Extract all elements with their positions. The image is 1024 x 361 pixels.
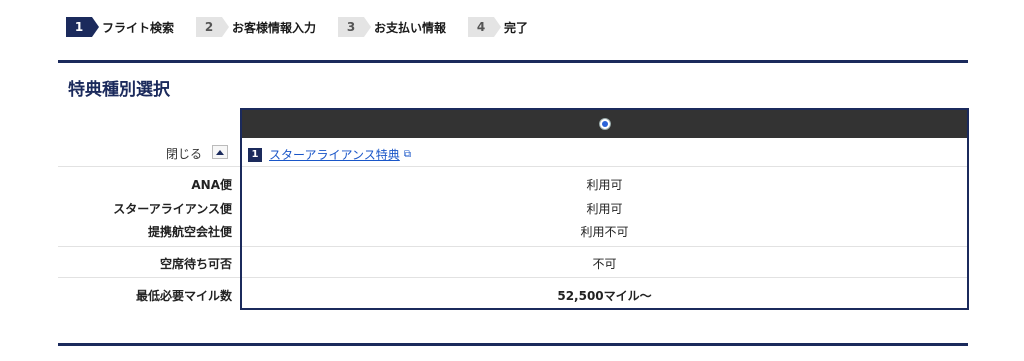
value-waitlist: 不可: [592, 257, 617, 271]
step-customer-info: 2 お客様情報入力: [196, 17, 316, 37]
value-star-alliance: 利用可: [586, 202, 623, 216]
step-number: 3: [338, 17, 372, 37]
close-toggle-label[interactable]: 閉じる: [166, 145, 202, 162]
step-number: 1: [66, 17, 99, 37]
plan-select-header[interactable]: [242, 110, 967, 138]
value-min-miles: 52,500マイル〜: [557, 289, 652, 303]
plan-name-link[interactable]: スターアライアンス特典: [269, 146, 400, 163]
step-number: 4: [468, 17, 502, 37]
step-payment-info: 3 お支払い情報: [338, 17, 446, 37]
row-label-ana: ANA便: [191, 178, 232, 192]
step-complete: 4 完了: [468, 17, 528, 37]
section-top-rule: [58, 60, 968, 63]
step-number: 2: [196, 17, 230, 37]
row-label-waitlist: 空席待ち可否: [159, 257, 232, 271]
step-label: お客様情報入力: [232, 20, 317, 35]
value-partner: 利用不可: [580, 225, 629, 239]
step-label: 完了: [504, 20, 529, 35]
plan-radio-button[interactable]: [598, 118, 611, 130]
value-ana: 利用可: [586, 178, 623, 192]
plan-number-badge: 1: [248, 147, 262, 162]
section-bottom-rule: [58, 343, 968, 346]
row-label-min-miles: 最低必要マイル数: [135, 289, 232, 303]
step-label: お支払い情報: [374, 20, 447, 35]
plan-name: 1 スターアライアンス特典 ⧉: [248, 146, 411, 163]
progress-stepper: 1 フライト検索 2 お客様情報入力 3 お支払い情報 4 完了: [66, 16, 550, 38]
step-flight-search: 1 フライト検索: [66, 17, 174, 37]
row-label-partner: 提携航空会社便: [147, 225, 232, 239]
row-label-star-alliance: スターアライアンス便: [113, 202, 232, 216]
collapse-toggle-button[interactable]: [212, 145, 228, 159]
step-label: フライト検索: [102, 20, 175, 35]
section-title: 特典種別選択: [68, 80, 170, 100]
external-link-icon: ⧉: [403, 149, 411, 160]
